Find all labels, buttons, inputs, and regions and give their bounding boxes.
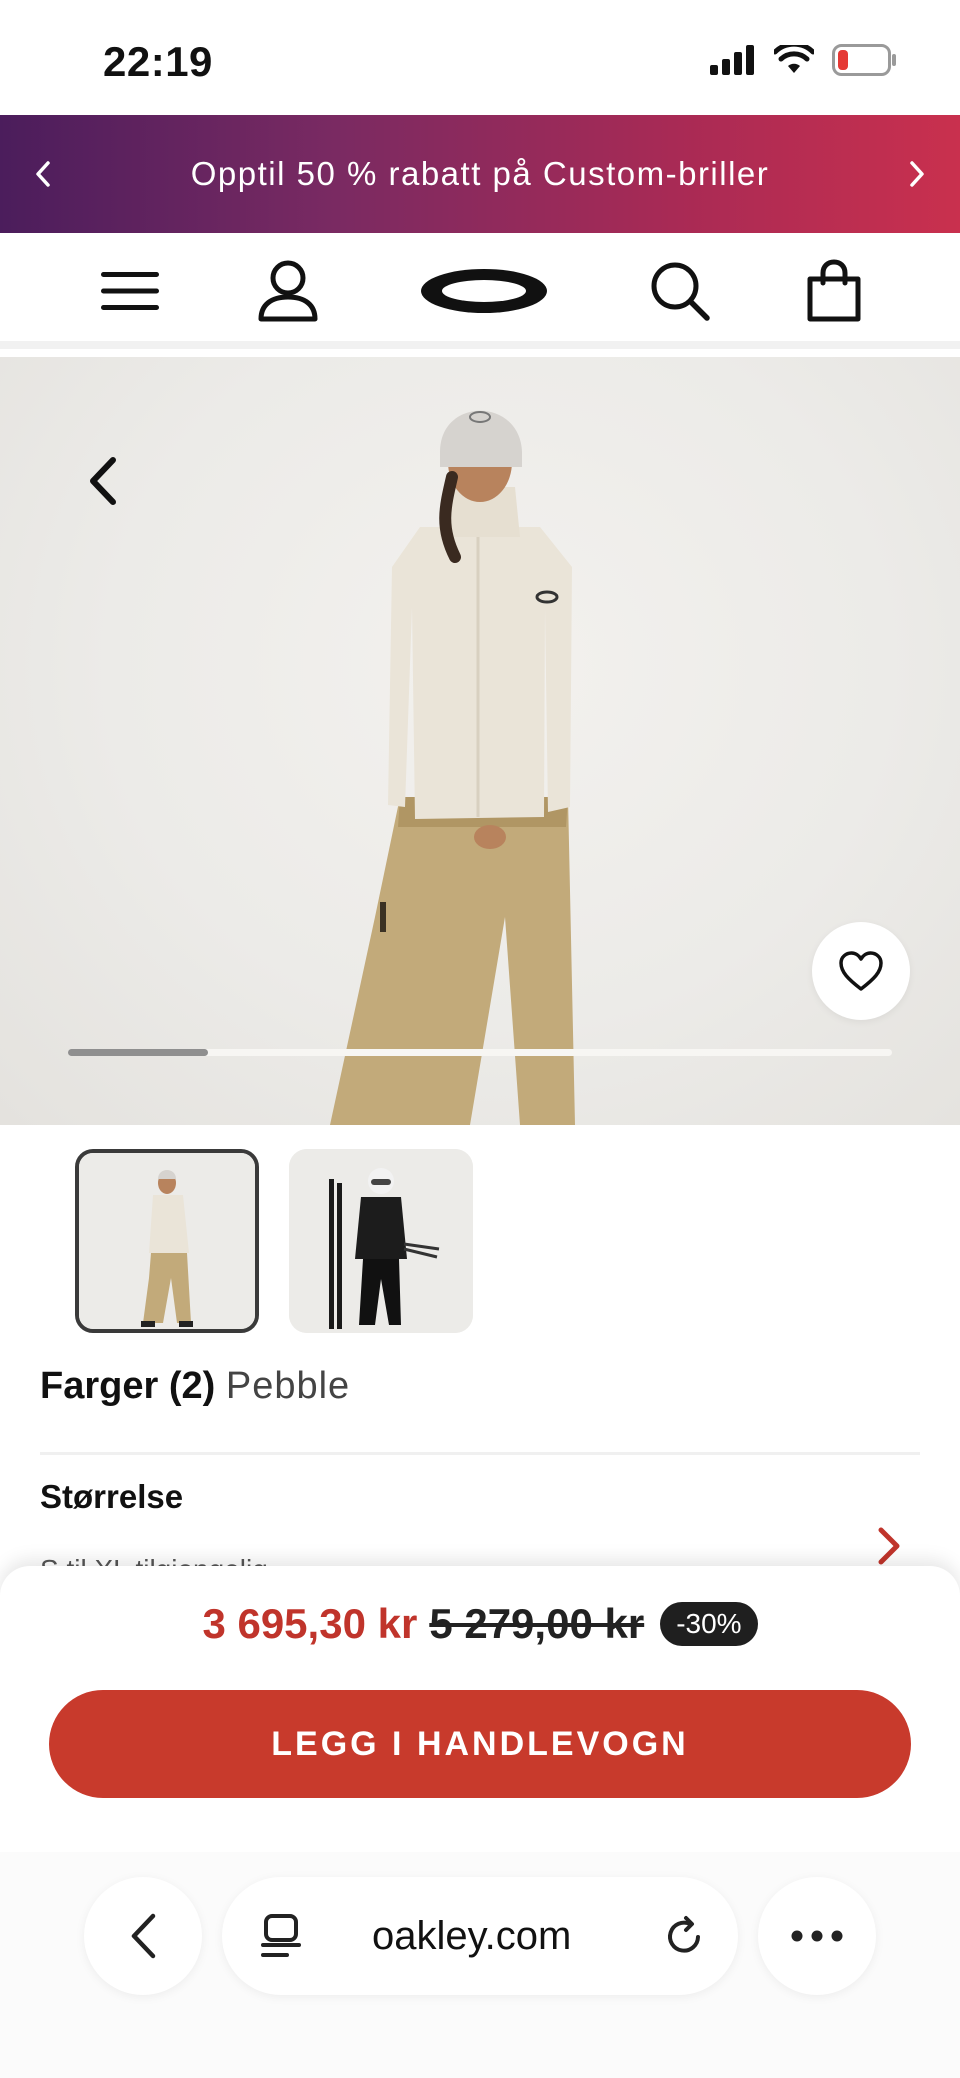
chevron-left-icon [90, 457, 116, 505]
size-label: Størrelse [40, 1478, 184, 1515]
favorite-button[interactable] [812, 922, 910, 1020]
selected-color: Pebble [225, 1365, 351, 1407]
bag-icon [807, 259, 861, 322]
thumbnail-blackout-image [289, 1149, 473, 1333]
reload-icon[interactable] [662, 1915, 706, 1959]
url-text: oakley.com [372, 1913, 572, 1958]
battery-icon [832, 44, 896, 76]
promo-text[interactable]: Opptil 50 % rabatt på Custom-briller [191, 155, 770, 193]
signal-icon [710, 45, 754, 75]
gallery-progress-track [68, 1049, 892, 1056]
sale-price: 3 695,30 kr [202, 1600, 418, 1647]
original-price: 5 279,00 kr [429, 1600, 645, 1647]
chevron-right-icon [878, 1527, 900, 1565]
wifi-icon [774, 45, 814, 73]
browser-toolbar: oakley.com [0, 1852, 960, 2078]
oakley-logo [421, 269, 547, 313]
price-row: 3 695,30 kr 5 279,00 kr -30% [0, 1600, 960, 1648]
gallery-progress-fill [68, 1049, 209, 1056]
tabs-icon [261, 1914, 301, 1957]
account-button[interactable] [252, 255, 324, 327]
browser-more-button[interactable] [758, 1877, 876, 1995]
thumbnail-pebble-image [79, 1153, 255, 1329]
search-icon [651, 262, 710, 321]
address-bar[interactable]: oakley.com [222, 1877, 738, 1995]
search-button[interactable] [644, 255, 716, 327]
chevron-right-icon [910, 161, 924, 187]
menu-button[interactable] [94, 255, 166, 327]
gallery-back-button[interactable] [70, 449, 134, 513]
browser-back-button[interactable] [84, 1877, 202, 1995]
site-header [0, 233, 960, 349]
status-time: 22:19 [103, 38, 213, 85]
color-selection: Farger (2) Pebble [40, 1365, 350, 1408]
promo-prev-button[interactable] [20, 151, 66, 197]
thumbnail-pebble[interactable] [75, 1149, 259, 1333]
discount-badge: -30% [660, 1602, 758, 1646]
more-icon [791, 1930, 843, 1942]
thumbnail-strip [75, 1149, 473, 1333]
divider [40, 1452, 920, 1455]
colors-label: Farger (2) [40, 1365, 216, 1407]
add-to-cart-button[interactable]: LEGG I HANDLEVOGN [49, 1690, 911, 1798]
heart-icon [839, 951, 883, 991]
oakley-logo-link[interactable] [418, 255, 550, 327]
product-page: 22:19 Opptil 50 % rabatt på Custom-brill… [0, 0, 960, 2078]
cart-button[interactable] [798, 255, 870, 327]
menu-icon [101, 272, 159, 310]
promo-next-button[interactable] [894, 151, 940, 197]
product-hero-image[interactable] [0, 357, 960, 1125]
status-icons [710, 44, 898, 76]
account-icon [258, 260, 318, 322]
promo-banner[interactable]: Opptil 50 % rabatt på Custom-briller [0, 115, 960, 233]
thumbnail-blackout[interactable] [289, 1149, 473, 1333]
chevron-left-icon [131, 1913, 156, 1959]
product-model-image [330, 410, 575, 1125]
chevron-left-icon [36, 161, 50, 187]
status-bar: 22:19 [0, 0, 960, 115]
